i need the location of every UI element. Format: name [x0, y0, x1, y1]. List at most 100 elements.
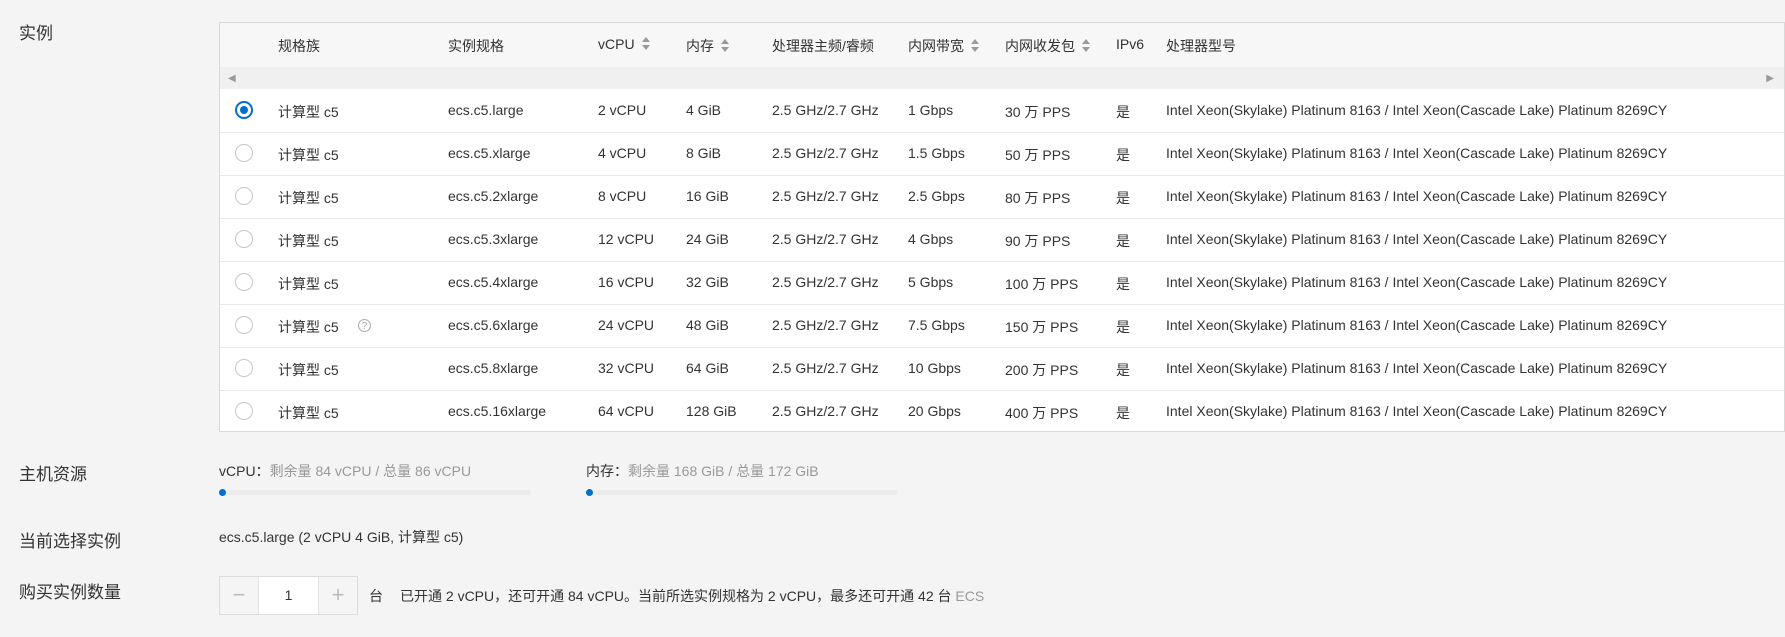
- cell-spec: ecs.c5.8xlarge: [448, 360, 539, 376]
- memory-resource-value: 剩余量 168 GiB / 总量 172 GiB: [628, 463, 819, 479]
- cell-family: 计算型 c5: [278, 362, 339, 378]
- cell-spec: ecs.c5.xlarge: [448, 145, 531, 161]
- cell-bandwidth: 5 Gbps: [908, 274, 954, 290]
- cell-bandwidth: 1 Gbps: [908, 102, 954, 118]
- cell-cpu-model: Intel Xeon(Skylake) Platinum 8163 / Inte…: [1166, 231, 1668, 247]
- table-row[interactable]: 计算型 c5 ecs.c5.3xlarge 12 vCPU 24 GiB 2.5 GHz…: [220, 218, 1784, 262]
- cell-family: 计算型 c5: [278, 104, 339, 120]
- vcpu-usage-bar: [219, 489, 531, 496]
- cell-family: 计算型 c5: [278, 276, 339, 292]
- cell-vcpu: 8 vCPU: [598, 188, 647, 204]
- table-row[interactable]: 计算型 c5 ecs.c5.large 2 vCPU 4 GiB 2.5 GHz/2.7…: [220, 89, 1784, 133]
- header-bandwidth-label: 内网带宽: [908, 38, 964, 54]
- vcpu-resource-value: 剩余量 84 vCPU / 总量 86 vCPU: [269, 463, 472, 479]
- header-spec: 实例规格: [448, 38, 504, 54]
- header-family: 规格族: [278, 38, 320, 54]
- help-icon[interactable]: ?: [358, 319, 371, 332]
- table-row[interactable]: 计算型 c5 ecs.c5.4xlarge 16 vCPU 32 GiB 2.5 GHz…: [220, 261, 1784, 305]
- table-row[interactable]: 计算型 c5 ecs.c5.8xlarge 32 vCPU 64 GiB 2.5 GHz…: [220, 347, 1784, 391]
- row-radio[interactable]: [235, 187, 253, 205]
- cell-bandwidth: 4 Gbps: [908, 231, 954, 247]
- cell-ipv6: 是: [1116, 190, 1130, 206]
- cell-cpu-model: Intel Xeon(Skylake) Platinum 8163 / Inte…: [1166, 360, 1668, 376]
- header-vcpu[interactable]: vCPU: [598, 36, 650, 52]
- table-header: 规格族 实例规格 vCPU 内存 处理器主频/睿频 内网带宽 内网收发包 IPv…: [220, 23, 1784, 67]
- cell-cpu-model: Intel Xeon(Skylake) Platinum 8163 / Inte…: [1166, 102, 1668, 118]
- cell-cpu-model: Intel Xeon(Skylake) Platinum 8163 / Inte…: [1166, 188, 1668, 204]
- cell-pps: 400 万 PPS: [1005, 405, 1079, 421]
- current-selection-value: ecs.c5.large (2 vCPU 4 GiB, 计算型 c5): [219, 529, 464, 545]
- cell-pps: 80 万 PPS: [1005, 190, 1071, 206]
- horizontal-scrollbar[interactable]: ◀ ▶: [220, 67, 1784, 89]
- cell-vcpu: 4 vCPU: [598, 145, 647, 161]
- minus-icon[interactable]: −: [220, 577, 259, 614]
- cell-pps: 150 万 PPS: [1005, 319, 1079, 335]
- plus-icon[interactable]: +: [318, 577, 357, 614]
- cell-cpu-model: Intel Xeon(Skylake) Platinum 8163 / Inte…: [1166, 274, 1668, 290]
- sort-icon[interactable]: [641, 37, 650, 51]
- cell-memory: 24 GiB: [686, 231, 729, 247]
- memory-usage-bar: [586, 489, 898, 496]
- row-radio[interactable]: [235, 273, 253, 291]
- arrow-right-icon[interactable]: ▶: [1766, 73, 1774, 84]
- cell-ipv6: 是: [1116, 405, 1130, 421]
- cell-memory: 32 GiB: [686, 274, 729, 290]
- header-memory-label: 内存: [686, 38, 714, 54]
- cell-pps: 90 万 PPS: [1005, 233, 1071, 249]
- cell-memory: 16 GiB: [686, 188, 729, 204]
- cell-spec: ecs.c5.large: [448, 102, 524, 118]
- cell-freq: 2.5 GHz/2.7 GHz: [772, 317, 879, 333]
- row-radio[interactable]: [235, 402, 253, 420]
- header-pps-label: 内网收发包: [1005, 38, 1075, 54]
- quantity-input[interactable]: 1: [258, 577, 319, 614]
- quantity-unit: 台: [369, 588, 383, 604]
- cell-cpu-model: Intel Xeon(Skylake) Platinum 8163 / Inte…: [1166, 403, 1668, 419]
- cell-freq: 2.5 GHz/2.7 GHz: [772, 188, 879, 204]
- header-memory[interactable]: 内存: [686, 36, 729, 56]
- sort-icon[interactable]: [1082, 39, 1090, 53]
- memory-resource-label: 内存：: [586, 463, 628, 479]
- cell-vcpu: 12 vCPU: [598, 231, 655, 247]
- cell-pps: 100 万 PPS: [1005, 276, 1079, 292]
- cell-freq: 2.5 GHz/2.7 GHz: [772, 231, 879, 247]
- current-selection-label: 当前选择实例: [19, 532, 121, 551]
- cell-family: 计算型 c5: [278, 147, 339, 163]
- instance-label: 实例: [19, 24, 53, 43]
- cell-freq: 2.5 GHz/2.7 GHz: [772, 145, 879, 161]
- quantity-stepper[interactable]: − 1 +: [219, 576, 358, 615]
- cell-ipv6: 是: [1116, 147, 1130, 163]
- cell-ipv6: 是: [1116, 104, 1130, 120]
- cell-freq: 2.5 GHz/2.7 GHz: [772, 403, 879, 419]
- cell-vcpu: 24 vCPU: [598, 317, 655, 333]
- vcpu-resource: vCPU：剩余量 84 vCPU / 总量 86 vCPU: [219, 461, 471, 481]
- cell-bandwidth: 1.5 Gbps: [908, 145, 965, 161]
- sort-icon[interactable]: [721, 39, 729, 53]
- sort-icon[interactable]: [971, 39, 979, 53]
- row-radio[interactable]: [235, 230, 253, 248]
- table-row[interactable]: 计算型 c5 ecs.c5.16xlarge 64 vCPU 128 GiB 2.5 G…: [220, 390, 1784, 431]
- row-radio[interactable]: [235, 144, 253, 162]
- cell-spec: ecs.c5.4xlarge: [448, 274, 539, 290]
- cell-pps: 30 万 PPS: [1005, 104, 1071, 120]
- row-radio[interactable]: [235, 101, 253, 119]
- cell-ipv6: 是: [1116, 233, 1130, 249]
- cell-cpu-model: Intel Xeon(Skylake) Platinum 8163 / Inte…: [1166, 317, 1668, 333]
- cell-memory: 128 GiB: [686, 403, 737, 419]
- row-radio[interactable]: [235, 316, 253, 334]
- table-row[interactable]: 计算型 c5 ecs.c5.xlarge 4 vCPU 8 GiB 2.5 GHz/2.…: [220, 132, 1784, 176]
- instance-table: 规格族 实例规格 vCPU 内存 处理器主频/睿频 内网带宽 内网收发包 IPv…: [219, 22, 1785, 432]
- row-radio[interactable]: [235, 359, 253, 377]
- cell-spec: ecs.c5.2xlarge: [448, 188, 539, 204]
- cell-family: 计算型 c5: [278, 233, 339, 249]
- header-pps[interactable]: 内网收发包: [1005, 36, 1090, 56]
- table-row[interactable]: 计算型 c5 ecs.c5.2xlarge 8 vCPU 16 GiB 2.5 GHz/…: [220, 175, 1784, 219]
- cell-freq: 2.5 GHz/2.7 GHz: [772, 274, 879, 290]
- cell-ipv6: 是: [1116, 319, 1130, 335]
- cell-memory: 8 GiB: [686, 145, 722, 161]
- table-row[interactable]: 计算型 c5? ecs.c5.6xlarge 24 vCPU 48 GiB 2.5 GH…: [220, 304, 1784, 348]
- cell-spec: ecs.c5.3xlarge: [448, 231, 539, 247]
- cell-bandwidth: 10 Gbps: [908, 360, 961, 376]
- arrow-left-icon[interactable]: ◀: [228, 73, 236, 84]
- header-bandwidth[interactable]: 内网带宽: [908, 36, 979, 56]
- cell-spec: ecs.c5.6xlarge: [448, 317, 539, 333]
